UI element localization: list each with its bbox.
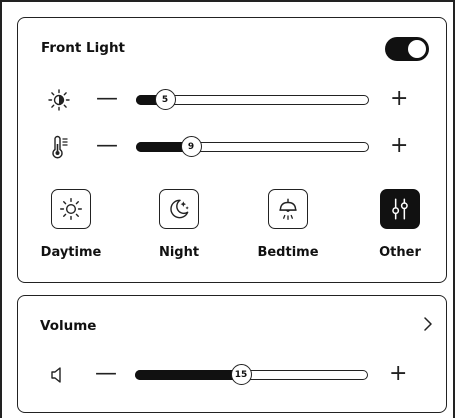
speaker-icon xyxy=(51,367,61,383)
warmth-row: — 9 + xyxy=(18,133,448,161)
warmth-decrease-button[interactable]: — xyxy=(96,133,118,159)
volume-slider-thumb[interactable]: 15 xyxy=(230,364,252,385)
mode-label-other: Other xyxy=(379,245,421,260)
lamp-icon xyxy=(279,198,297,220)
front-light-toggle[interactable] xyxy=(385,37,429,61)
toggle-knob xyxy=(408,40,426,58)
settings-panel: Front Light — 5 + — 9 + Daytime Night Be… xyxy=(0,0,455,418)
volume-decrease-button[interactable]: — xyxy=(95,361,117,387)
brightness-row: — 5 + xyxy=(18,86,448,114)
mode-label-daytime: Daytime xyxy=(40,245,102,260)
chevron-right-icon[interactable] xyxy=(421,317,435,331)
volume-increase-button[interactable]: + xyxy=(389,361,407,387)
mode-label-night: Night xyxy=(158,245,200,260)
brightness-icon xyxy=(48,89,70,111)
other-button[interactable] xyxy=(380,189,420,229)
brightness-slider[interactable]: 5 xyxy=(135,89,369,110)
mode-night[interactable]: Night xyxy=(139,189,219,260)
thermometer-icon xyxy=(52,135,68,159)
mode-daytime[interactable]: Daytime xyxy=(31,189,111,260)
bedtime-button[interactable] xyxy=(268,189,308,229)
brightness-increase-button[interactable]: + xyxy=(390,86,408,112)
mode-label-bedtime: Bedtime xyxy=(257,245,319,260)
volume-title: Volume xyxy=(40,318,97,334)
front-light-title: Front Light xyxy=(41,40,126,56)
front-light-card: Front Light — 5 + — 9 + Daytime Night Be… xyxy=(17,17,447,283)
warmth-slider-thumb[interactable]: 9 xyxy=(180,136,202,157)
daytime-button[interactable] xyxy=(51,189,91,229)
moon-stars-icon xyxy=(170,199,189,219)
volume-row: — 15 + xyxy=(17,361,447,389)
night-button[interactable] xyxy=(159,189,199,229)
brightness-slider-thumb[interactable]: 5 xyxy=(154,89,176,110)
warmth-slider[interactable]: 9 xyxy=(135,136,369,157)
mode-bedtime[interactable]: Bedtime xyxy=(248,189,328,260)
brightness-decrease-button[interactable]: — xyxy=(96,86,118,112)
mode-other[interactable]: Other xyxy=(360,189,440,260)
warmth-increase-button[interactable]: + xyxy=(390,133,408,159)
sliders-icon xyxy=(392,198,408,220)
volume-slider-fill xyxy=(134,369,241,380)
volume-slider[interactable]: 15 xyxy=(134,364,368,385)
volume-card xyxy=(17,295,447,413)
sun-icon xyxy=(60,198,82,220)
